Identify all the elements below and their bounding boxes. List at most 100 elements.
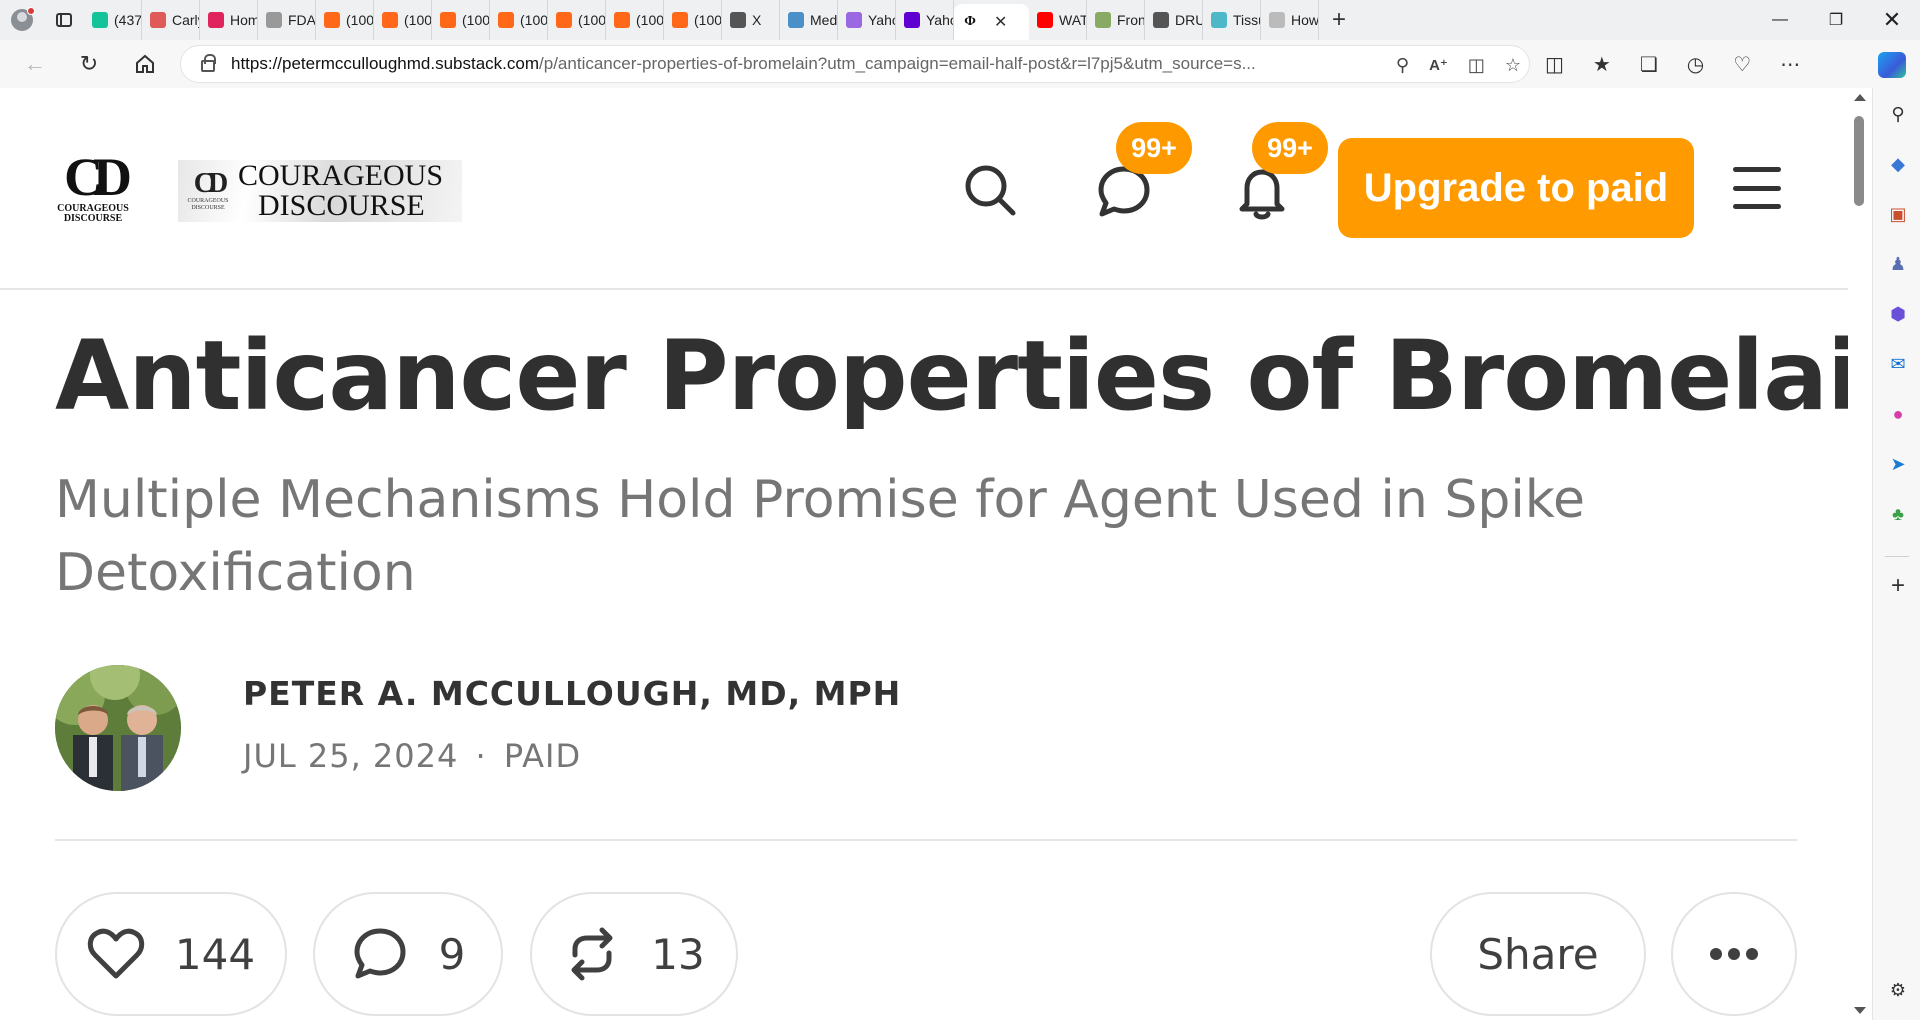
- sidebar-search-icon[interactable]: ⚲: [1888, 104, 1908, 124]
- tab[interactable]: Med: [780, 0, 838, 40]
- address-bar[interactable]: https://petermcculloughmd.substack.com/p…: [180, 45, 1530, 83]
- tab-label: (100: [578, 12, 606, 28]
- read-aloud-icon[interactable]: A⁺: [1429, 56, 1448, 74]
- sidebar-games-icon[interactable]: ♟: [1888, 254, 1908, 274]
- tab[interactable]: Fron: [1087, 0, 1145, 40]
- address-bar-actions: ⚲ A⁺ ◫ ☆: [1396, 46, 1521, 84]
- sidebar-settings-icon[interactable]: ⚙: [1888, 980, 1908, 1000]
- zoom-icon[interactable]: ⚲: [1396, 55, 1409, 76]
- tab[interactable]: How: [1261, 0, 1319, 40]
- author-name[interactable]: PETER A. MCCULLOUGH, MD, MPH: [243, 674, 901, 713]
- publication-banner[interactable]: CD COURAGEOUS DISCOURSE COURAGEOUS DISCO…: [178, 160, 462, 222]
- tab-label: How: [1291, 12, 1319, 28]
- browser-essentials-icon[interactable]: ♡: [1733, 52, 1751, 77]
- search-button[interactable]: [960, 160, 1020, 220]
- tab[interactable]: Yaho: [838, 0, 896, 40]
- page-scrollbar[interactable]: [1848, 88, 1872, 1020]
- tab-label: DRU: [1175, 12, 1203, 28]
- refresh-button[interactable]: ↻: [64, 40, 114, 88]
- tab-label: (100: [404, 12, 432, 28]
- logo-mark-text: CD: [64, 147, 132, 207]
- tab[interactable]: Yaho: [896, 0, 954, 40]
- tab[interactable]: (100: [548, 0, 606, 40]
- tab[interactable]: Tissu: [1203, 0, 1261, 40]
- tab-label: FDA: [288, 12, 316, 28]
- post-access-label: PAID: [503, 737, 582, 775]
- immersive-reader-icon[interactable]: ◫: [1468, 55, 1485, 76]
- collections-icon[interactable]: ❏: [1640, 52, 1658, 77]
- publication-logo[interactable]: CD COURAGEOUS DISCOURSE: [55, 147, 132, 230]
- close-window-button[interactable]: ✕: [1864, 0, 1920, 40]
- home-icon: [136, 54, 154, 73]
- tab-actions-button[interactable]: [44, 0, 84, 40]
- settings-more-icon[interactable]: ⋯: [1780, 52, 1800, 77]
- history-icon[interactable]: ◷: [1687, 52, 1704, 77]
- tab[interactable]: (100: [432, 0, 490, 40]
- youtube-icon: [1037, 12, 1053, 28]
- restack-icon: [571, 927, 613, 981]
- pinwheel-icon: [1095, 12, 1111, 28]
- banner-word-1: COURAGEOUS: [238, 159, 444, 192]
- sidebar-send-icon[interactable]: ➤: [1888, 454, 1908, 474]
- substack-icon: [672, 12, 688, 28]
- tab[interactable]: (437: [84, 0, 142, 40]
- upgrade-to-paid-button[interactable]: Upgrade to paid: [1338, 138, 1694, 238]
- globe-icon: [1269, 12, 1285, 28]
- favorite-star-icon[interactable]: ☆: [1505, 55, 1521, 76]
- back-button[interactable]: ←: [10, 40, 60, 88]
- drudge-icon: [1153, 12, 1169, 28]
- like-button[interactable]: 144: [55, 892, 287, 1016]
- comment-button[interactable]: 9: [313, 892, 503, 1016]
- menu-line: [1733, 204, 1781, 209]
- tab-label: (100: [694, 12, 722, 28]
- sidebar-tree-icon[interactable]: ♣: [1888, 504, 1908, 524]
- close-tab-icon[interactable]: ✕: [994, 12, 1007, 32]
- new-tab-button[interactable]: +: [1319, 0, 1359, 40]
- tab[interactable]: (100: [374, 0, 432, 40]
- tab[interactable]: (100: [664, 0, 722, 40]
- sidebar-outlook-icon[interactable]: ✉: [1888, 354, 1908, 374]
- tab[interactable]: WAT: [1029, 0, 1087, 40]
- notifications-badge: 99+: [1252, 122, 1328, 174]
- minimize-button[interactable]: —: [1752, 0, 1808, 40]
- copilot-icon[interactable]: [1878, 52, 1906, 78]
- tab[interactable]: X: [722, 0, 780, 40]
- logo-caption-2: DISCOURSE: [63, 213, 123, 224]
- tab[interactable]: DRU: [1145, 0, 1203, 40]
- split-screen-icon[interactable]: ◫: [1545, 52, 1564, 77]
- share-button[interactable]: Share: [1430, 892, 1646, 1016]
- scroll-thumb[interactable]: [1854, 116, 1864, 206]
- favorites-icon[interactable]: ★: [1593, 52, 1611, 77]
- banner-words: COURAGEOUS DISCOURSE: [238, 161, 443, 221]
- menu-button[interactable]: [1733, 167, 1781, 209]
- url-text[interactable]: https://petermcculloughmd.substack.com/p…: [231, 54, 1311, 74]
- tab-label: Fron: [1117, 12, 1145, 28]
- scroll-down-arrow[interactable]: [1854, 1007, 1866, 1014]
- tab[interactable]: (100: [490, 0, 548, 40]
- tab[interactable]: (100: [316, 0, 374, 40]
- scroll-up-arrow[interactable]: [1854, 94, 1866, 101]
- tab-label: (100: [636, 12, 664, 28]
- restore-button[interactable]: ❐: [1808, 0, 1864, 40]
- sidebar-designer-icon[interactable]: ●: [1888, 404, 1908, 424]
- sidebar-tools-icon[interactable]: ▣: [1888, 204, 1908, 224]
- tab[interactable]: Carly: [142, 0, 200, 40]
- x-icon: [730, 12, 746, 28]
- sidebar-microsoft365-icon[interactable]: ⬢: [1888, 304, 1908, 324]
- tab[interactable]: Hom: [200, 0, 258, 40]
- header-divider: [55, 839, 1797, 841]
- comment-icon: [354, 928, 406, 979]
- sidebar-add-icon[interactable]: +: [1888, 572, 1908, 599]
- profile-avatar-button[interactable]: [0, 0, 44, 40]
- home-button[interactable]: [120, 40, 170, 88]
- restack-button[interactable]: 13: [530, 892, 738, 1016]
- tab[interactable]: (100: [606, 0, 664, 40]
- author-avatar[interactable]: [55, 665, 181, 791]
- tab-label: (100: [462, 12, 490, 28]
- sidebar-shopping-icon[interactable]: ◆: [1888, 154, 1908, 174]
- more-options-button[interactable]: [1671, 892, 1797, 1016]
- tab-label: Yaho: [868, 12, 895, 28]
- author-photo: [55, 665, 181, 791]
- tab[interactable]: FDA: [258, 0, 316, 40]
- tab-active[interactable]: Φ ✕: [954, 4, 1029, 40]
